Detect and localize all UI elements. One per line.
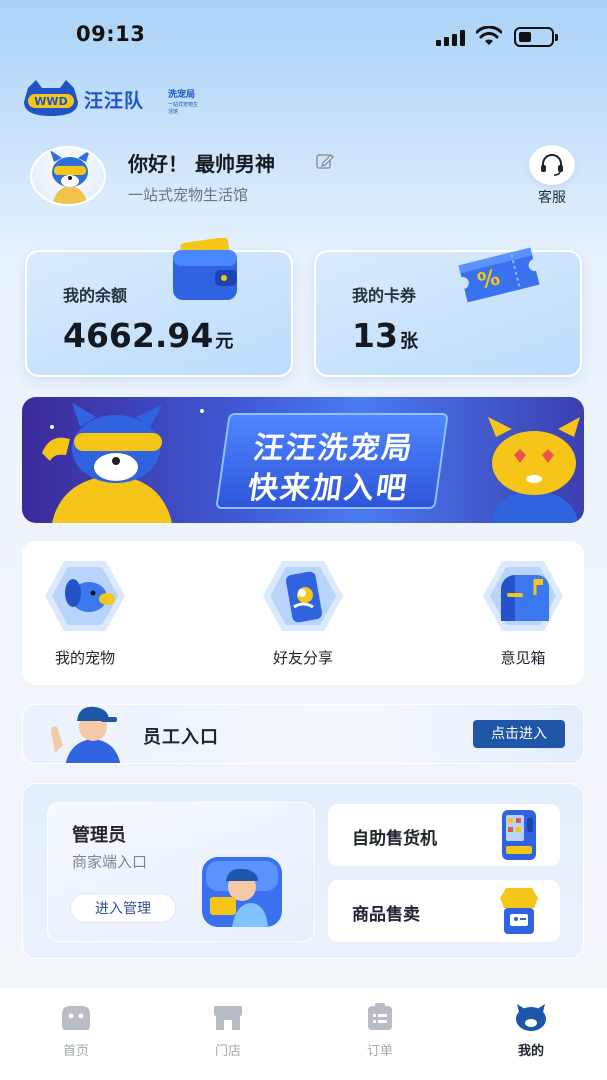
dog-avatar-icon: [50, 150, 90, 204]
staff-person-icon: [51, 706, 121, 763]
delivery-person-icon: [202, 857, 282, 927]
enter-admin-button[interactable]: 进入管理: [70, 893, 176, 923]
vending-machine-button[interactable]: 自助售货机: [328, 804, 560, 866]
cellular-signal-icon: [436, 30, 466, 46]
tab-orders-label: 订单: [366, 1044, 393, 1059]
my-pets-button[interactable]: 我的宠物: [30, 559, 140, 668]
avatar[interactable]: [30, 146, 106, 206]
staff-entry-bar[interactable]: 员工入口 点击进入: [22, 704, 584, 764]
staff-enter-button[interactable]: 点击进入: [473, 720, 565, 748]
coupon-title: 我的卡券: [352, 286, 417, 305]
mailbox-icon: [483, 561, 563, 631]
status-bar: 09:13: [0, 0, 607, 70]
brand-tagline: 一站式宠物生活馆: [168, 102, 199, 115]
suggestion-box-button[interactable]: 意见箱: [468, 559, 578, 668]
brand-logo: WWD 汪汪队 洗宠局 一站式宠物生活馆: [22, 74, 202, 122]
order-icon: [368, 1003, 392, 1030]
home-icon: [62, 1006, 90, 1030]
coupon-unit: 张: [399, 331, 418, 352]
my-pets-label: 我的宠物: [54, 649, 115, 667]
share-friends-button[interactable]: 好友分享: [248, 559, 358, 668]
banner-line-2: 快来加入吧: [245, 471, 411, 506]
share-phone-icon: [263, 561, 343, 631]
suggestion-box-label: 意见箱: [500, 649, 546, 667]
shop-stall-icon: [500, 888, 538, 934]
admin-title: 管理员: [72, 825, 126, 846]
status-time: 09:13: [76, 22, 146, 46]
customer-service-label: 客服: [538, 190, 566, 206]
edit-icon[interactable]: [316, 152, 334, 170]
coupon-card[interactable]: % 我的卡券 13 张: [314, 247, 582, 377]
profile-tagline: 一站式宠物生活馆: [128, 186, 249, 204]
merchant-panel: 管理员 商家端入口 进入管理 自助售货机 商品售卖: [22, 783, 584, 959]
dog-badge-icon: WWD: [24, 80, 78, 116]
quick-actions-panel: 我的宠物 好友分享 意见箱: [22, 541, 584, 685]
customer-service-button[interactable]: 客服: [527, 145, 577, 207]
headset-icon: [541, 154, 563, 176]
user-greeting: 你好！ 最帅男神: [128, 152, 275, 176]
share-friends-label: 好友分享: [272, 649, 333, 667]
goods-sale-button[interactable]: 商品售卖: [328, 880, 560, 942]
svg-text:WWD: WWD: [34, 95, 67, 108]
tab-orders[interactable]: 订单: [340, 1002, 420, 1059]
admin-card[interactable]: 管理员 商家端入口 进入管理: [47, 802, 315, 942]
wallet-icon: [173, 238, 237, 300]
balance-title: 我的余额: [63, 286, 128, 305]
banner-headline: 汪汪洗宠局 快来加入吧: [215, 413, 449, 509]
vending-machine-icon: [502, 810, 536, 860]
staff-entry-title: 员工入口: [143, 727, 219, 748]
promo-banner[interactable]: 汪汪洗宠局 快来加入吧: [22, 397, 584, 523]
wifi-icon: [476, 26, 502, 45]
banner-line-1: 汪汪洗宠局: [251, 431, 417, 466]
balance-unit: 元: [215, 331, 234, 352]
admin-subtitle: 商家端入口: [72, 853, 148, 871]
tab-store[interactable]: 门店: [188, 1002, 268, 1059]
battery-icon: [514, 27, 558, 47]
mine-icon: [516, 1004, 546, 1031]
store-icon: [214, 1006, 242, 1030]
balance-card[interactable]: 我的余额 4662.94 元: [25, 238, 293, 377]
tab-mine-label: 我的: [517, 1044, 544, 1059]
brand-sub: 洗宠局: [168, 90, 196, 100]
coupon-ticket-icon: %: [458, 247, 540, 303]
dog-icon: [45, 561, 125, 631]
tab-mine[interactable]: 我的: [491, 1002, 571, 1059]
coupon-amount: 13 张: [352, 316, 418, 355]
tab-bar: 首页 门店 订单 我的: [0, 988, 607, 1080]
balance-amount: 4662.94 元: [63, 316, 234, 355]
tab-home[interactable]: 首页: [36, 1002, 116, 1059]
goods-sale-label: 商品售卖: [352, 905, 420, 925]
tab-home-label: 首页: [62, 1044, 89, 1059]
brand-name: 汪汪队: [84, 90, 145, 112]
vending-machine-label: 自助售货机: [352, 829, 437, 849]
tab-store-label: 门店: [214, 1044, 241, 1059]
